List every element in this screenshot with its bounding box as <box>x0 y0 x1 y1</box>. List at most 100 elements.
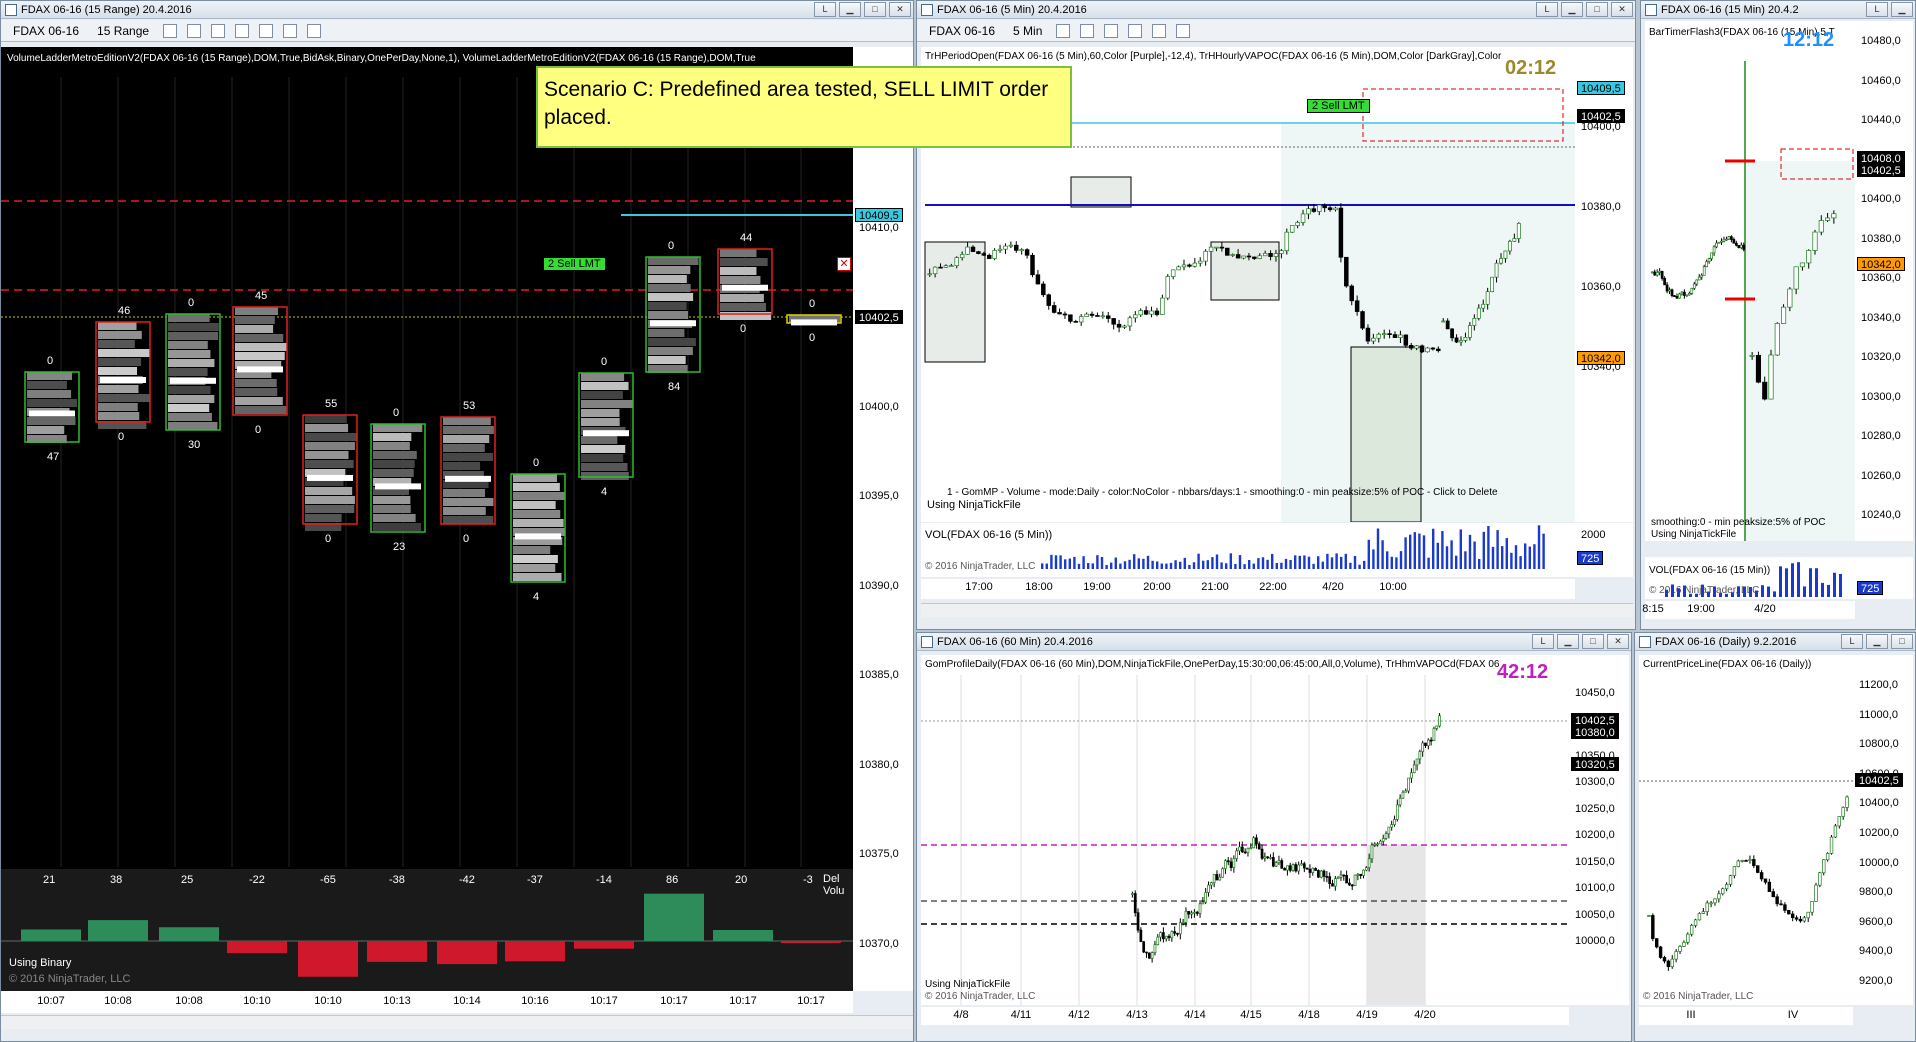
price-axis-label: 11200,0 <box>1859 679 1898 691</box>
candle <box>1209 882 1213 886</box>
link-button[interactable]: L <box>1536 2 1558 17</box>
volume-bar <box>1737 586 1740 597</box>
window-title-bar[interactable]: FDAX 06-16 (15 Min) 20.4.2 L ▁ <box>1641 1 1915 19</box>
candle <box>1165 276 1171 299</box>
link-button[interactable]: L <box>814 2 836 17</box>
properties-icon[interactable] <box>259 23 274 38</box>
properties-icon[interactable] <box>1152 23 1167 38</box>
candle <box>1003 245 1008 250</box>
price-panel[interactable]: CurrentPriceLine(FDAX 06-16 (Daily)) © 2… <box>1639 655 1853 1005</box>
volume-bar <box>1542 533 1545 569</box>
period-selector[interactable]: 15 Range <box>93 20 153 42</box>
window-title-bar[interactable]: FDAX 06-16 (60 Min) 20.4.2016 L ▁ □ ✕ <box>917 633 1631 651</box>
candle <box>1410 772 1413 779</box>
volume-ladder-cell <box>235 334 284 342</box>
close-button[interactable]: ✕ <box>1607 634 1629 649</box>
candle <box>1670 958 1674 968</box>
bar-type-icon[interactable] <box>163 23 178 38</box>
delta-bar <box>574 941 634 949</box>
price-axis[interactable]: 10450,0 10350,0 10300,0 10250,0 10200,0 10150… <box>1569 655 1629 1005</box>
instrument-selector[interactable]: FDAX 06-16 <box>9 20 83 42</box>
volume-ladder-cell <box>443 426 494 434</box>
candle <box>1790 913 1795 919</box>
volume-ladder-cell <box>168 413 212 421</box>
indicators-icon[interactable] <box>283 23 298 38</box>
candle <box>1690 287 1694 294</box>
candle <box>1215 874 1219 881</box>
close-button[interactable]: ✕ <box>1611 2 1633 17</box>
candle <box>1122 325 1127 328</box>
horizontal-scrollbar[interactable] <box>921 603 1633 617</box>
price-axis[interactable]: 10415,010410,010405,010400,010395,010390… <box>853 47 913 991</box>
volume-panel[interactable]: VOL(FDAX 06-16 (15 Min)) © 2016 NinjaTra… <box>1645 557 1855 599</box>
candle <box>1717 893 1721 900</box>
candle <box>1277 860 1281 864</box>
price-axis-label: 9200,0 <box>1859 975 1893 987</box>
link-button[interactable]: L <box>1866 2 1888 17</box>
window-title-bar[interactable]: FDAX 06-16 (5 Min) 20.4.2016 L ▁ □ ✕ <box>917 1 1635 19</box>
indicators-icon[interactable] <box>1176 23 1191 38</box>
minimize-button[interactable]: ▁ <box>1866 634 1888 649</box>
volume-bar <box>1280 562 1283 569</box>
minimize-button[interactable]: ▁ <box>839 2 861 17</box>
price-axis[interactable]: 10480,010460,010440,010420,010400,010380… <box>1855 21 1913 541</box>
link-button[interactable]: L <box>1532 634 1554 649</box>
cancel-order-icon[interactable]: ✕ <box>837 257 851 271</box>
sell-limit-order[interactable]: 2 Sell LMT <box>1307 99 1370 113</box>
sell-limit-order[interactable]: 2 Sell LMT <box>543 257 606 271</box>
volume-panel[interactable]: VOL(FDAX 06-16 (5 Min)) © 2016 NinjaTrad… <box>921 523 1575 577</box>
volume-bar <box>1376 528 1380 569</box>
horizontal-scrollbar[interactable] <box>1 1015 913 1029</box>
pencil-icon[interactable] <box>1080 23 1095 38</box>
zoom-icon[interactable] <box>1128 23 1143 38</box>
volume-bar <box>1404 537 1407 569</box>
volume-ladder-cell <box>27 417 76 425</box>
volume-ladder-cell <box>648 347 693 355</box>
time-axis-label: 10:10 <box>314 995 342 1007</box>
minimize-button[interactable]: ▁ <box>1891 2 1913 17</box>
window-title-bar[interactable]: FDAX 06-16 (15 Range) 20.4.2016 L ▁ □ ✕ <box>1 1 913 19</box>
volume-ladder-cell <box>98 349 150 357</box>
candle <box>1350 884 1354 887</box>
maximize-button[interactable]: □ <box>1891 634 1913 649</box>
link-button[interactable]: L <box>1841 634 1863 649</box>
maximize-button[interactable]: □ <box>1582 634 1604 649</box>
candle <box>1302 863 1306 869</box>
maximize-button[interactable]: □ <box>864 2 886 17</box>
minimize-button[interactable]: ▁ <box>1557 634 1579 649</box>
bar-type-icon[interactable] <box>1056 23 1071 38</box>
price-panel[interactable]: GomProfileDaily(FDAX 06-16 (60 Min),DOM,… <box>921 655 1569 1005</box>
candle <box>1225 247 1230 256</box>
price-panel[interactable]: BarTimerFlash3(FDAX 06-16 (15 Min),5,T 1… <box>1645 21 1855 541</box>
volume-ladder-cell <box>513 564 556 572</box>
time-axis-label: 10:08 <box>175 995 203 1007</box>
instrument-selector[interactable]: FDAX 06-16 <box>925 20 999 42</box>
pencil-icon[interactable] <box>187 23 202 38</box>
crosshair-icon[interactable] <box>211 23 226 38</box>
time-axis-label: 10:17 <box>590 995 618 1007</box>
volume-canvas <box>1665 562 1842 597</box>
candle <box>1485 291 1490 305</box>
range-chart-canvas: 0 47 46 0 0 30 45 0 55 0 0 23 53 0 0 4 0 4 0 84 44 0 0 0 21 38 25 -… <box>1 77 853 991</box>
window-title-bar[interactable]: FDAX 06-16 (Daily) 9.2.2016 L ▁ □ <box>1635 633 1915 651</box>
strategies-icon[interactable] <box>307 23 322 38</box>
candle <box>1650 271 1654 274</box>
close-button[interactable]: ✕ <box>889 2 911 17</box>
volume-ladder-cell <box>305 415 347 423</box>
candle <box>1370 844 1374 860</box>
candle <box>1226 860 1230 863</box>
crosshair-icon[interactable] <box>1104 23 1119 38</box>
price-panel[interactable]: VolumeLadderMetroEditionV2(FDAX 06-16 (1… <box>1 47 853 991</box>
bar-top-count: 46 <box>118 305 130 317</box>
minimize-button[interactable]: ▁ <box>1561 2 1583 17</box>
candle <box>1283 867 1286 871</box>
maximize-button[interactable]: □ <box>1586 2 1608 17</box>
price-axis[interactable]: 11200,011000,010800,010600,010400,010200… <box>1853 655 1913 1005</box>
price-axis[interactable]: 10400,0 10380,0 10360,0 10340,0 10409,5 10402… <box>1575 47 1633 522</box>
time-axis-label: 4/20 <box>1414 1009 1436 1021</box>
zoom-icon[interactable] <box>235 23 250 38</box>
volume-ladder-cell <box>443 453 494 461</box>
period-selector[interactable]: 5 Min <box>1009 20 1046 42</box>
poc-marker <box>307 474 353 481</box>
candle <box>1655 938 1659 948</box>
